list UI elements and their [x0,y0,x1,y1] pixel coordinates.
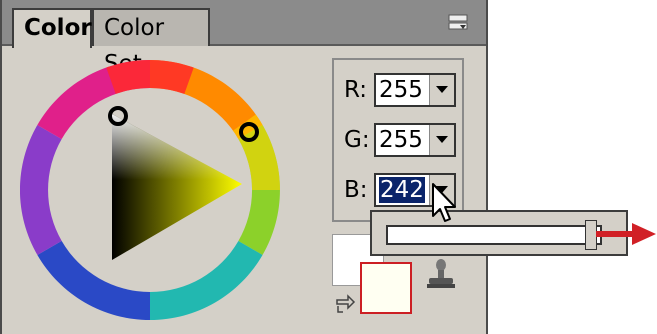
tab-bar: Color Color Set [2,0,486,77]
tab-color-set[interactable]: Color Set [92,8,210,77]
color-wheel[interactable] [20,60,280,320]
row-r: R: 255 [344,72,456,108]
red-arrow-icon [596,223,656,245]
color-panel: Color Color Set [0,0,488,334]
tab-color[interactable]: Color [12,8,92,48]
b-value[interactable]: 242 [379,177,425,203]
r-label: R: [344,77,368,103]
row-g: G: 255 [344,122,456,158]
pointer-cursor-icon [432,183,456,222]
g-value[interactable]: 255 [376,127,429,153]
dropdown-arrow-icon[interactable] [429,125,454,155]
g-field[interactable]: 255 [374,123,456,157]
stamp-icon[interactable] [426,258,456,290]
blue-slider-popup [370,210,628,256]
foreground-color-swatch[interactable] [360,262,412,314]
b-label: B: [344,177,368,203]
slider-track[interactable] [386,225,602,245]
r-field[interactable]: 255 [374,73,456,107]
swap-colors-icon[interactable] [334,292,356,314]
dropdown-arrow-icon[interactable] [429,75,454,105]
r-value[interactable]: 255 [376,77,429,103]
panel-menu-icon[interactable] [448,14,468,32]
g-label: G: [344,127,370,153]
